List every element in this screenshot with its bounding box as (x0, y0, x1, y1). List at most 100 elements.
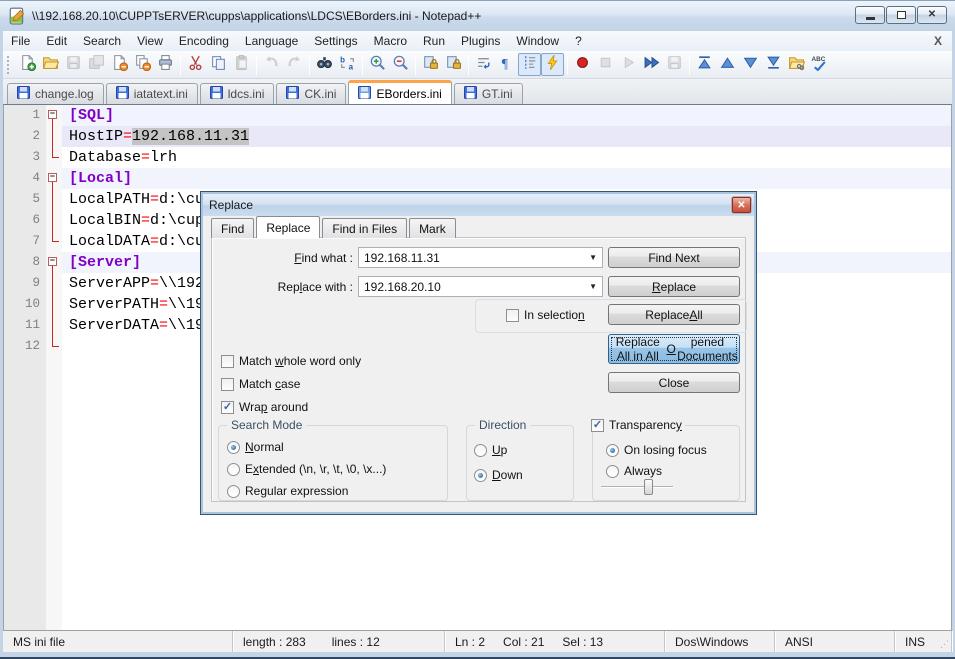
function-completion-button[interactable] (541, 53, 564, 76)
fold-margin[interactable]: − (46, 168, 62, 189)
paste-button[interactable] (230, 53, 253, 76)
tab-find-in-files[interactable]: Find in Files (322, 218, 408, 238)
checkbox-box[interactable]: ✓ (221, 400, 234, 414)
toolbar-grip[interactable] (7, 55, 12, 74)
menu-view[interactable]: View (129, 32, 171, 50)
editor-text[interactable]: [Local] (62, 168, 951, 189)
fold-margin[interactable] (46, 210, 62, 231)
match-case-checkbox[interactable]: Match case (221, 377, 300, 391)
replace-with-combobox[interactable]: 192.168.20.10 ▼ (358, 276, 603, 297)
nav-up-button[interactable] (716, 53, 739, 76)
zoom-in-button[interactable] (366, 53, 389, 76)
macro-save-button[interactable] (663, 53, 686, 76)
editor-text[interactable]: Database=lrh (62, 147, 951, 168)
close-file-button[interactable] (108, 53, 131, 76)
editor-line-2[interactable]: 2 HostIP=192.168.11.31 (4, 126, 951, 147)
open-containing-folder-button[interactable] (785, 53, 808, 76)
resize-grip-icon[interactable]: ⋰ (940, 639, 950, 650)
editor-text[interactable]: HostIP=192.168.11.31 (62, 126, 951, 147)
file-tab-ck-ini[interactable]: CK.ini (276, 83, 347, 104)
find-button[interactable] (313, 53, 336, 76)
find-next-button[interactable]: Find Next (608, 247, 740, 268)
search-mode-normal-radio[interactable]: Normal (227, 440, 284, 454)
direction-down-radio[interactable]: Down (474, 468, 523, 482)
chevron-down-icon[interactable]: ▼ (589, 253, 597, 262)
checkbox-box[interactable] (221, 377, 234, 391)
show-all-characters-button[interactable]: ¶ (495, 53, 518, 76)
cut-button[interactable] (184, 53, 207, 76)
fold-margin[interactable] (46, 189, 62, 210)
save-all-button[interactable] (85, 53, 108, 76)
file-tab-gt-ini[interactable]: GT.ini (453, 83, 523, 104)
redo-button[interactable] (283, 53, 306, 76)
slider-thumb[interactable] (643, 479, 653, 495)
fold-margin[interactable]: − (46, 252, 62, 273)
menu-help[interactable]: ? (567, 32, 590, 50)
radio-dot[interactable] (474, 443, 487, 457)
file-tab-eborders-ini[interactable]: EBorders.ini (348, 80, 452, 104)
replace-all-opened-button[interactable]: Replace All in All Opened Documents (608, 334, 740, 364)
radio-dot[interactable] (606, 464, 619, 478)
minimize-button[interactable] (855, 6, 885, 24)
close-dialog-button[interactable]: Close (608, 372, 740, 393)
chevron-down-icon[interactable]: ▼ (589, 282, 597, 291)
new-file-button[interactable] (16, 53, 39, 76)
menu-plugins[interactable]: Plugins (453, 32, 508, 50)
spell-check-button[interactable]: ABC (808, 53, 831, 76)
menu-edit[interactable]: Edit (38, 32, 75, 50)
transparency-checkbox[interactable]: ✓ Transparency (588, 418, 685, 432)
fold-margin[interactable]: − (46, 105, 62, 126)
indent-guide-button[interactable] (518, 53, 541, 76)
zoom-out-button[interactable] (389, 53, 412, 76)
macro-run-multiple-button[interactable] (640, 53, 663, 76)
fold-collapse-icon[interactable]: − (48, 110, 57, 119)
menu-file[interactable]: File (3, 32, 38, 50)
radio-dot[interactable] (227, 462, 240, 476)
tab-replace[interactable]: Replace (256, 216, 321, 238)
document-close-x-icon[interactable]: X (934, 34, 942, 48)
macro-record-button[interactable] (571, 53, 594, 76)
menu-language[interactable]: Language (237, 32, 306, 50)
transparency-always-radio[interactable]: Always (606, 464, 662, 478)
search-mode-extended-radio[interactable]: Extended (\n, \r, \t, \0, \x...) (227, 462, 386, 476)
checkbox-box[interactable]: ✓ (591, 418, 604, 432)
macro-stop-button[interactable] (594, 53, 617, 76)
fold-collapse-icon[interactable]: − (48, 173, 57, 182)
nav-top-button[interactable] (693, 53, 716, 76)
direction-up-radio[interactable]: Up (474, 443, 507, 457)
match-whole-word-checkbox[interactable]: Match whole word only (221, 354, 361, 368)
menu-run[interactable]: Run (415, 32, 453, 50)
find-what-combobox[interactable]: 192.168.11.31 ▼ (358, 247, 603, 268)
menu-macro[interactable]: Macro (366, 32, 415, 50)
word-wrap-button[interactable] (472, 53, 495, 76)
fold-margin[interactable] (46, 315, 62, 336)
nav-bottom-button[interactable] (762, 53, 785, 76)
file-tab-iatatext-ini[interactable]: iatatext.ini (105, 83, 198, 104)
nav-down-button[interactable] (739, 53, 762, 76)
copy-button[interactable] (207, 53, 230, 76)
close-all-button[interactable] (131, 53, 154, 76)
editor-line-1[interactable]: 1− [SQL] (4, 105, 951, 126)
status-encoding[interactable]: ANSI (775, 631, 895, 652)
undo-button[interactable] (260, 53, 283, 76)
fold-collapse-icon[interactable]: − (48, 257, 57, 266)
wrap-around-checkbox[interactable]: ✓ Wrap around (221, 400, 308, 414)
checkbox-box[interactable] (506, 308, 519, 322)
in-selection-checkbox[interactable]: In selection (506, 308, 585, 322)
editor-text[interactable]: [SQL] (62, 105, 951, 126)
file-tab-change-log[interactable]: change.log (7, 83, 104, 104)
radio-dot[interactable] (606, 443, 619, 457)
status-eol-format[interactable]: Dos\Windows (665, 631, 775, 652)
slider-track[interactable] (601, 486, 673, 488)
fold-margin[interactable] (46, 231, 62, 252)
radio-dot[interactable] (227, 440, 240, 454)
tab-mark[interactable]: Mark (409, 218, 456, 238)
print-button[interactable] (154, 53, 177, 76)
menu-window[interactable]: Window (508, 32, 567, 50)
menu-encoding[interactable]: Encoding (171, 32, 237, 50)
sync-vertical-button[interactable] (419, 53, 442, 76)
fold-margin[interactable] (46, 336, 62, 357)
menu-search[interactable]: Search (75, 32, 129, 50)
fold-margin[interactable] (46, 147, 62, 168)
radio-dot[interactable] (227, 484, 240, 498)
